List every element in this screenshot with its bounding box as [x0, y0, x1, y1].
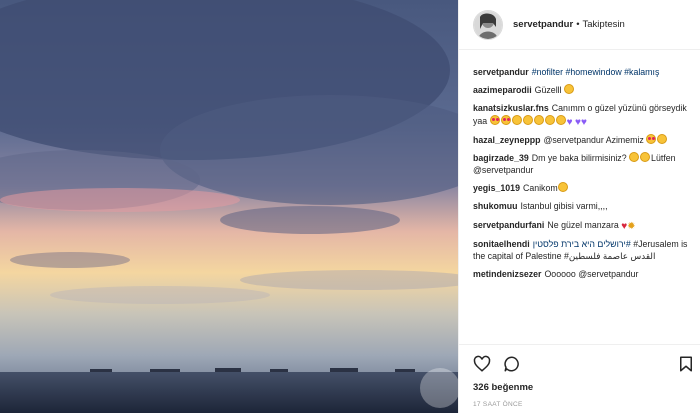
smile-emoji-icon — [533, 114, 544, 125]
header-text: servetpandur • Takiptesin — [513, 19, 625, 30]
comment-item: hazal_zeyneppp @servetpandur Azimemiz — [473, 133, 695, 146]
comment-user[interactable]: shukomuu — [473, 201, 517, 211]
caption-hashtags[interactable]: #nofilter #homewindow #kalamış — [532, 67, 660, 77]
comment-item: servetpandurfani Ne güzel manzara ♥✹ — [473, 219, 695, 232]
comment-text: Canikom — [522, 183, 558, 194]
comment-text: @servetpandur Azimemiz — [543, 134, 644, 145]
comment-item: aazimeparodii Güzelll — [473, 84, 695, 96]
comment-user[interactable]: aazimeparodii — [473, 85, 532, 95]
comment-user[interactable]: metindenizsezer — [473, 269, 541, 279]
comment-item: bagirzade_39 Dm ye baka bilirmisiniz? Lüt… — [473, 151, 695, 176]
comment-item: yegis_1019 Canikom — [473, 182, 695, 194]
smile-emoji-icon — [557, 182, 568, 193]
header-separator: • — [576, 19, 580, 30]
comment-text-arabic: القدس عاصمة فلسطين# — [563, 250, 656, 261]
sunset-sea-image — [0, 0, 458, 413]
grin-emoji-icon — [564, 84, 575, 95]
post-photo[interactable] — [0, 0, 458, 413]
likes-count[interactable]: 326 beğenme — [473, 382, 533, 393]
sun-icon: ✹ — [627, 220, 636, 232]
caption-user[interactable]: servetpandur — [473, 67, 529, 77]
avatar[interactable] — [473, 9, 503, 40]
comment-user[interactable]: hazal_zeyneppp — [473, 135, 540, 145]
smile-emoji-icon — [511, 114, 522, 125]
comment-item: metindenizsezer Oooooo @servetpandur — [473, 268, 695, 280]
comment-user[interactable]: sonitaelhendi — [473, 239, 530, 249]
comment-text: Oooooo @servetpandur — [544, 269, 639, 280]
comment-bubble-icon[interactable] — [503, 355, 521, 373]
bookmark-icon[interactable] — [677, 355, 695, 373]
comment-item: sonitaelhendi #ירושלים היא בירת פלסטין #J… — [473, 238, 695, 262]
smile-emoji-icon — [522, 114, 533, 125]
heart-eyes-emoji-icon — [500, 114, 511, 125]
comment-text: Ne güzel manzara — [547, 219, 619, 230]
comment-text: Istanbul gibisi varmi,,,, — [520, 201, 608, 212]
post-actions: 326 beğenme 17 SAAT ÖNCE — [459, 344, 700, 410]
comment-item: shukomuu Istanbul gibisi varmi,,,, — [473, 200, 695, 212]
heart-eyes-emoji-icon — [489, 114, 500, 125]
comment-text: Dm ye baka bilirmisiniz? — [531, 152, 627, 163]
heart-outline-icon[interactable] — [473, 355, 491, 373]
post-timestamp: 17 SAAT ÖNCE — [473, 401, 523, 408]
comment-user[interactable]: kanatsizkuslar.fns — [473, 103, 549, 113]
smile-emoji-icon — [555, 114, 566, 125]
wink-emoji-icon — [657, 133, 668, 144]
post-side-panel: servetpandur • Takiptesin servetpandur #nof… — [458, 0, 700, 413]
header-username[interactable]: servetpandur — [513, 19, 573, 30]
smile-emoji-icon — [640, 151, 651, 162]
comment-hashtag-hebrew[interactable]: #ירושלים היא בירת פלסטין — [533, 239, 631, 249]
comment-item: kanatsizkuslar.fns Canımm o güzel yüzünü … — [473, 102, 695, 127]
comment-user[interactable]: yegis_1019 — [473, 183, 520, 193]
comment-user[interactable]: bagirzade_39 — [473, 153, 529, 163]
comments-list: servetpandur #nofilter #homewindow #kalam… — [473, 66, 695, 338]
heart-eyes-emoji-icon — [646, 133, 657, 144]
caption: servetpandur #nofilter #homewindow #kalam… — [473, 66, 695, 78]
post-header: servetpandur • Takiptesin — [459, 0, 700, 50]
comment-user[interactable]: servetpandurfani — [473, 220, 544, 230]
smile-emoji-icon — [544, 114, 555, 125]
follow-status[interactable]: Takiptesin — [583, 19, 625, 30]
smile-emoji-icon — [629, 151, 640, 162]
purple-heart-icon: ♥ — [566, 116, 573, 128]
comment-text: Güzelll — [534, 85, 562, 96]
purple-heart-icon: ♥ — [580, 116, 587, 128]
